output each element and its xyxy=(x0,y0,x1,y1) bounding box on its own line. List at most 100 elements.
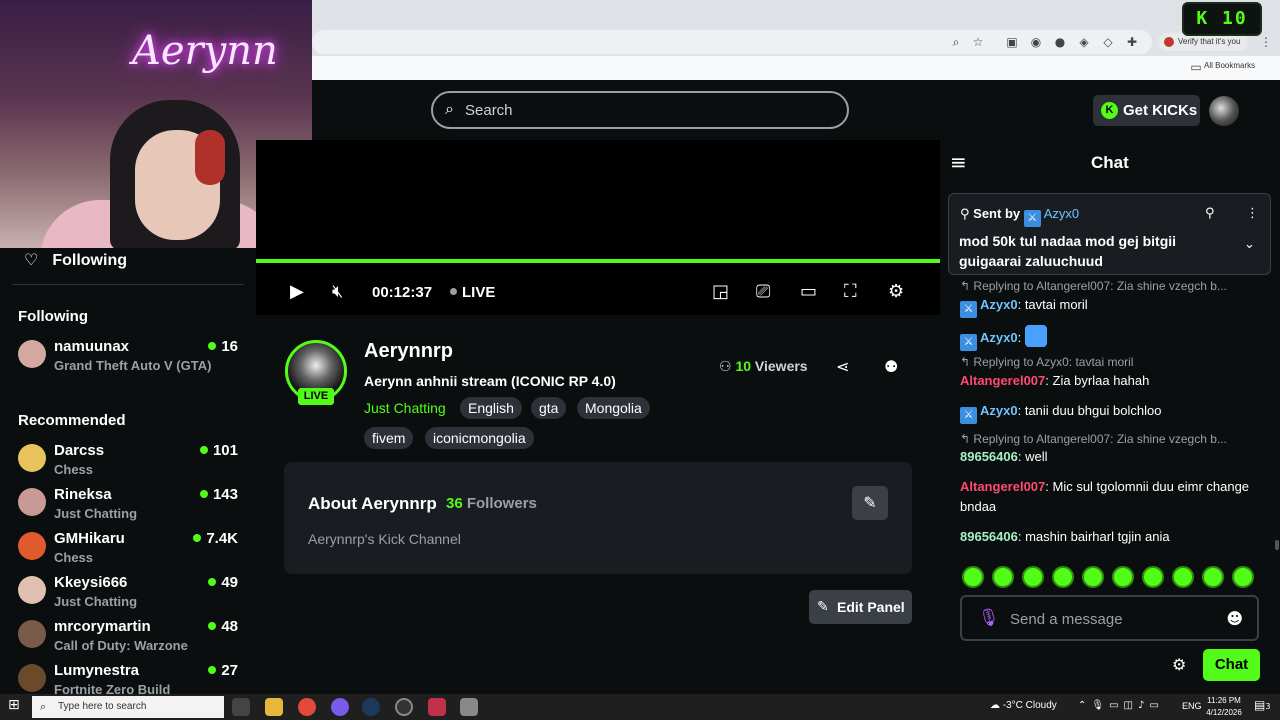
extension-icon[interactable]: ▣ xyxy=(1005,35,1019,49)
sidebar-channel-item[interactable]: GMHikaru Chess 7.4K xyxy=(18,530,244,570)
emote-icon[interactable] xyxy=(962,566,984,588)
chat-message-input[interactable] xyxy=(1010,609,1220,629)
puzzle-icon[interactable]: ✚ xyxy=(1125,35,1139,49)
obs-icon[interactable] xyxy=(395,698,413,716)
address-bar[interactable] xyxy=(312,30,1152,54)
sidebar-channel-item[interactable]: mrcorymartin Call of Duty: Warzone 48 xyxy=(18,618,244,658)
all-bookmarks-link[interactable]: All Bookmarks xyxy=(1204,61,1255,70)
tag-iconicmongolia[interactable]: iconicmongolia xyxy=(425,427,534,449)
tag-english[interactable]: English xyxy=(460,397,522,419)
shield-icon[interactable]: ◈ xyxy=(1077,35,1091,49)
pinned-user[interactable]: Azyx0 xyxy=(1044,206,1079,221)
user-avatar[interactable] xyxy=(1209,96,1239,126)
get-kicks-button[interactable]: K Get KICKs xyxy=(1093,95,1200,126)
shield-app-icon[interactable] xyxy=(460,698,478,716)
chat-reply-context[interactable]: ↰ Replying to Altangerel007: Zia shine v… xyxy=(960,432,1260,446)
tag-gta[interactable]: gta xyxy=(531,397,567,419)
clip-icon[interactable]: ⎚ xyxy=(756,278,770,306)
following-toggle-label: Following xyxy=(52,252,127,269)
chat-settings-gear-icon[interactable]: ⚙ xyxy=(1172,655,1186,674)
chat-send-button[interactable]: Chat xyxy=(1203,649,1260,681)
collapse-chat-icon[interactable]: ≡ xyxy=(950,150,967,174)
emote-icon[interactable] xyxy=(1022,566,1044,588)
settings-gear-icon[interactable]: ⚙ xyxy=(888,278,904,306)
category-link[interactable]: Just Chatting xyxy=(364,400,446,416)
follow-user-icon[interactable]: ⚉ xyxy=(884,357,898,376)
emote-icon[interactable] xyxy=(1142,566,1164,588)
taskbar-search[interactable]: ⌕ Type here to search xyxy=(32,696,224,718)
file-explorer-icon[interactable] xyxy=(265,698,283,716)
microphone-icon[interactable]: 🎙︎ xyxy=(978,608,1000,628)
emote-icon[interactable] xyxy=(1172,566,1194,588)
tag-fivem[interactable]: fivem xyxy=(364,427,414,449)
notification-icon[interactable]: ▤3 xyxy=(1254,698,1270,712)
sidebar-channel-item[interactable]: namuunax Grand Theft Auto V (GTA) 16 xyxy=(18,338,244,378)
chat-reply-context[interactable]: ↰ Replying to Altangerel007: Zia shine v… xyxy=(960,279,1260,293)
channel-name: Darcss xyxy=(54,442,105,459)
browser-tabstrip xyxy=(312,0,1280,26)
chat-username[interactable]: Altangerel007 xyxy=(960,373,1045,388)
chat-text: tanii duu bhgui bolchloo xyxy=(1024,403,1162,418)
emote-icon[interactable] xyxy=(1052,566,1074,588)
miniplayer-icon[interactable]: ◲ xyxy=(712,278,729,306)
steam-icon[interactable] xyxy=(362,698,380,716)
mute-icon[interactable]: 🔇︎ xyxy=(332,278,343,306)
channel-name[interactable]: Aerynnrp xyxy=(364,340,453,363)
emote-icon[interactable] xyxy=(1082,566,1104,588)
zoom-icon[interactable]: ⌕ xyxy=(949,35,963,49)
folder-icon: ▭ xyxy=(1190,60,1202,74)
chat-input-box[interactable]: 🎙︎ ☻ xyxy=(960,595,1259,641)
video-player[interactable] xyxy=(256,140,940,260)
emote-icon[interactable] xyxy=(1112,566,1134,588)
search-box[interactable]: ⌕ xyxy=(431,91,849,129)
chat-username[interactable]: 89656406 xyxy=(960,529,1018,544)
system-tray-icons[interactable]: ⌃🎙︎▭◫♪▭ xyxy=(1078,700,1164,711)
bookmark-star-icon[interactable]: ☆ xyxy=(971,35,985,49)
app-icon[interactable] xyxy=(331,698,349,716)
viewers-icon: ⚇ xyxy=(719,359,732,375)
task-view-icon[interactable] xyxy=(232,698,250,716)
emote-icon[interactable] xyxy=(1202,566,1224,588)
app-icon[interactable] xyxy=(428,698,446,716)
channel-name: Kkeysi666 xyxy=(54,574,128,591)
chevron-down-icon[interactable]: ⌄ xyxy=(1244,237,1255,252)
more-options-icon[interactable]: ⋮ xyxy=(1246,206,1259,221)
tag-mongolia[interactable]: Mongolia xyxy=(577,397,650,419)
followers-label: Followers xyxy=(466,495,537,512)
emoji-picker-icon[interactable]: ☻ xyxy=(1226,609,1243,628)
edit-panel-button[interactable]: ✎ Edit Panel xyxy=(809,590,912,624)
extension-icon[interactable]: ◇ xyxy=(1101,35,1115,49)
play-icon[interactable]: ▶ xyxy=(290,278,304,306)
weather-widget[interactable]: ☁ -3°C Cloudy xyxy=(990,700,1057,711)
emote-icon[interactable] xyxy=(1232,566,1254,588)
emote-icon[interactable] xyxy=(992,566,1014,588)
chat-username[interactable]: 89656406 xyxy=(960,449,1018,464)
following-toggle[interactable]: ♡ Following xyxy=(24,250,127,270)
windows-start-icon[interactable]: ⊞ xyxy=(8,697,20,713)
more-menu-icon[interactable]: ⋮ xyxy=(1259,35,1273,49)
taskbar-clock[interactable]: 11:26 PM 4/12/2026 xyxy=(1198,695,1250,719)
extension-icon[interactable]: ◉ xyxy=(1029,35,1043,49)
chat-scrollbar[interactable] xyxy=(1275,540,1279,550)
sidebar-channel-item[interactable]: Rineksa Just Chatting 143 xyxy=(18,486,244,526)
chat-username[interactable]: Azyx0 xyxy=(980,403,1018,418)
channel-name: Lumynestra xyxy=(54,662,140,679)
search-input[interactable] xyxy=(465,100,835,120)
channel-name: namuunax xyxy=(54,338,130,355)
sidebar-channel-item[interactable]: Kkeysi666 Just Chatting 49 xyxy=(18,574,244,614)
chrome-icon[interactable] xyxy=(298,698,316,716)
share-icon[interactable]: ⋖ xyxy=(836,357,849,376)
viewer-count: 7.4K xyxy=(193,530,238,547)
extension-icon[interactable]: ● xyxy=(1053,35,1067,49)
fullscreen-icon[interactable]: ⛶ xyxy=(844,278,857,306)
chat-reply-context[interactable]: ↰ Replying to Azyx0: tavtai moril xyxy=(960,355,1260,369)
edit-pencil-icon[interactable]: ✎ xyxy=(852,486,888,520)
sidebar-channel-item[interactable]: Darcss Chess 101 xyxy=(18,442,244,482)
chat-username[interactable]: Azyx0 xyxy=(980,330,1018,345)
unpin-icon[interactable]: ⚲ xyxy=(1205,206,1215,221)
theater-mode-icon[interactable]: ▭ xyxy=(800,278,817,306)
pin-icon: ⚲ xyxy=(960,207,970,222)
channel-category: Grand Theft Auto V (GTA) xyxy=(54,358,212,373)
chat-username[interactable]: Altangerel007 xyxy=(960,479,1045,494)
chat-username[interactable]: Azyx0 xyxy=(980,297,1018,312)
